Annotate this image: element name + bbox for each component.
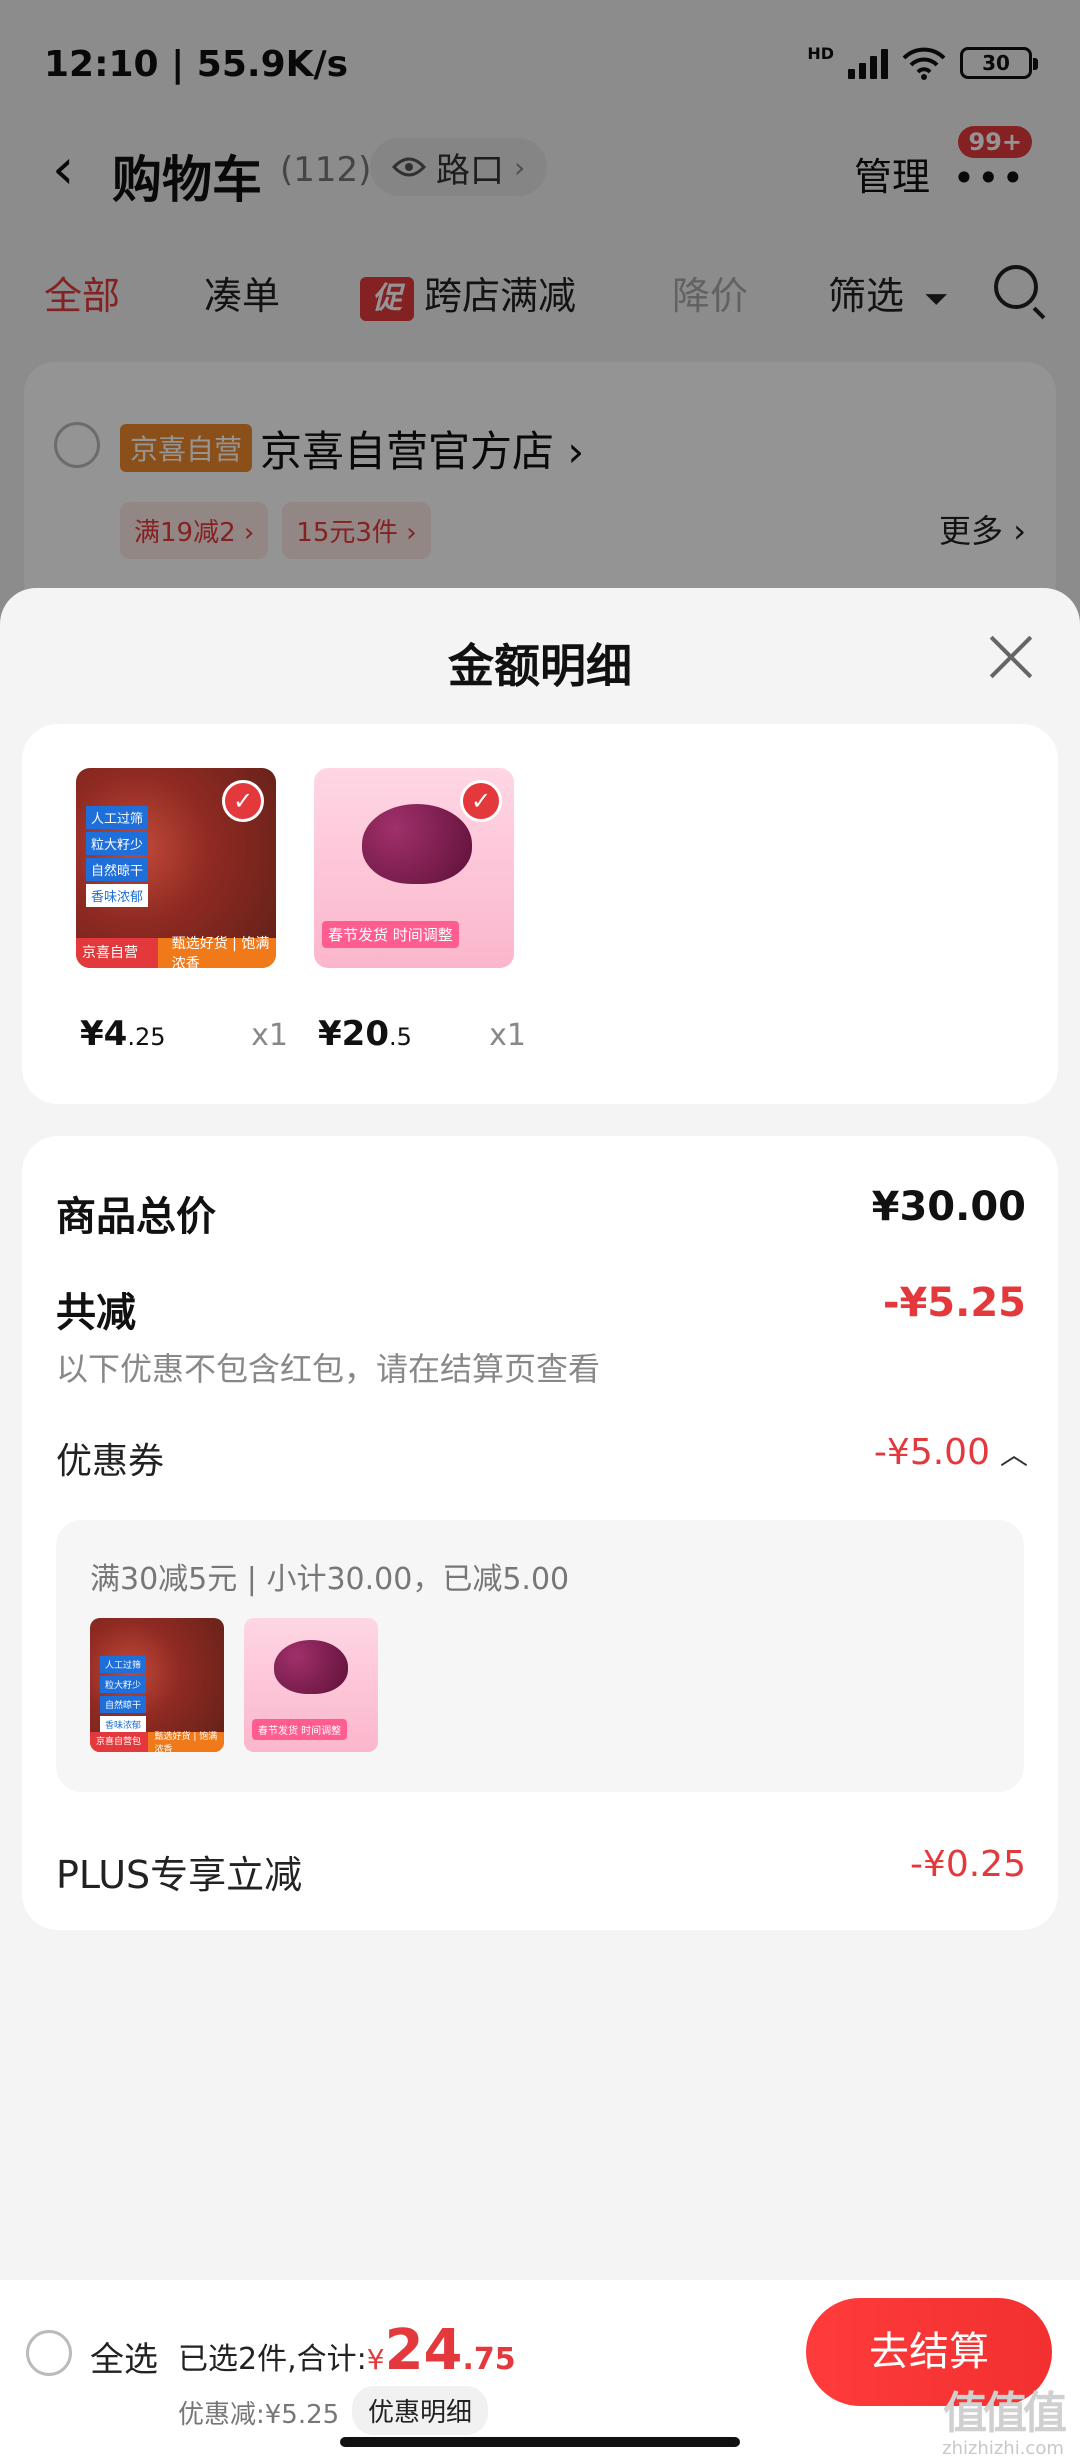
plus-discount-value: -¥0.25 <box>909 1844 1026 1885</box>
sheet-title: 金额明细 <box>448 639 632 693</box>
coupon-detail-box: 满30减5元 | 小计30.00，已减5.00 人工过筛 粒大籽少 自然晾干 香… <box>56 1520 1024 1792</box>
home-indicator[interactable] <box>340 2437 740 2447</box>
sichuan-pepper-image: 人工过筛 粒大籽少 自然晾干 香味浓郁 京喜自营包邮甄选好货 | 饱满浓香 ✓ <box>76 768 276 968</box>
discount-detail-button[interactable]: 优惠明细 <box>352 2386 489 2435</box>
sichuan-pepper-thumb: 人工过筛 粒大籽少 自然晾干 香味浓郁 京喜自营包邮甄选好货 | 饱满浓香 <box>90 1618 224 1752</box>
coupon-value: -¥5.00 <box>873 1432 990 1473</box>
image-labels: 人工过筛 粒大籽少 自然晾干 香味浓郁 <box>86 806 149 907</box>
chevron-up-icon: ︿ <box>999 1438 1028 1471</box>
product-qty: x1 <box>251 1018 288 1053</box>
product-item[interactable]: 人工过筛 粒大籽少 自然晾干 香味浓郁 京喜自营包邮甄选好货 | 饱满浓香 ✓ … <box>76 768 288 1054</box>
selected-text: 已选2件,合计: <box>178 2342 367 2377</box>
total-line: 已选2件,合计:¥24.75 <box>178 2318 516 2383</box>
check-icon: ✓ <box>460 780 502 822</box>
amount-detail-sheet: 金额明细 人工过筛 粒大籽少 自然晾干 香味浓郁 京喜自营包邮甄选好货 | 饱满… <box>0 588 1080 2280</box>
product-qty: x1 <box>489 1018 526 1053</box>
total-label: 商品总价 <box>56 1194 216 1240</box>
discount-value: -¥5.25 <box>882 1280 1026 1326</box>
raisin-image: 春节发货 时间调整 ✓ <box>314 768 514 968</box>
total-int: 24 <box>384 2318 463 2383</box>
coupon-desc: 满30减5元 | 小计30.00，已减5.00 <box>90 1562 570 1597</box>
discount-note: 以下优惠不包含红包，请在结算页查看 <box>56 1350 601 1388</box>
total-value: ¥30.00 <box>871 1184 1026 1230</box>
close-icon[interactable] <box>986 632 1036 682</box>
coupon-products: 人工过筛 粒大籽少 自然晾干 香味浓郁 京喜自营包邮甄选好货 | 饱满浓香 春节… <box>90 1618 378 1752</box>
raisin-thumb: 春节发货 时间调整 <box>244 1618 378 1752</box>
grape-bunch-graphic <box>362 804 472 884</box>
select-all-label[interactable]: 全选 <box>90 2332 158 2381</box>
product-price: ¥20.5 <box>318 1014 412 1054</box>
price-breakdown-card: 商品总价 ¥30.00 共减 -¥5.25 以下优惠不包含红包，请在结算页查看 … <box>22 1136 1058 1930</box>
saved-amount: 优惠减:¥5.25 <box>178 2400 340 2430</box>
product-item[interactable]: 春节发货 时间调整 ✓ ¥20.5 x1 <box>314 768 526 1054</box>
currency-symbol: ¥ <box>366 2343 385 2376</box>
coupon-toggle[interactable]: -¥5.00 ︿ <box>874 1432 1028 1473</box>
total-dec: .75 <box>462 2342 516 2377</box>
image-caption: 春节发货 时间调整 <box>322 921 459 948</box>
select-all-radio[interactable] <box>26 2330 72 2376</box>
discount-label: 共减 <box>56 1290 136 1336</box>
watermark: 值值值 zhizhizhi.com <box>942 2388 1067 2460</box>
checkout-bar: 全选 已选2件,合计:¥24.75 优惠减:¥5.25 优惠明细 去结算 值值值… <box>0 2280 1080 2460</box>
plus-discount-label: PLUS专享立减 <box>56 1853 303 1897</box>
coupon-label: 优惠券 <box>56 1441 165 1482</box>
check-icon: ✓ <box>222 780 264 822</box>
selected-products-card: 人工过筛 粒大籽少 自然晾干 香味浓郁 京喜自营包邮甄选好货 | 饱满浓香 ✓ … <box>22 724 1058 1104</box>
image-strip: 京喜自营包邮甄选好货 | 饱满浓香 <box>76 936 276 968</box>
product-price: ¥4.25 <box>80 1014 166 1054</box>
